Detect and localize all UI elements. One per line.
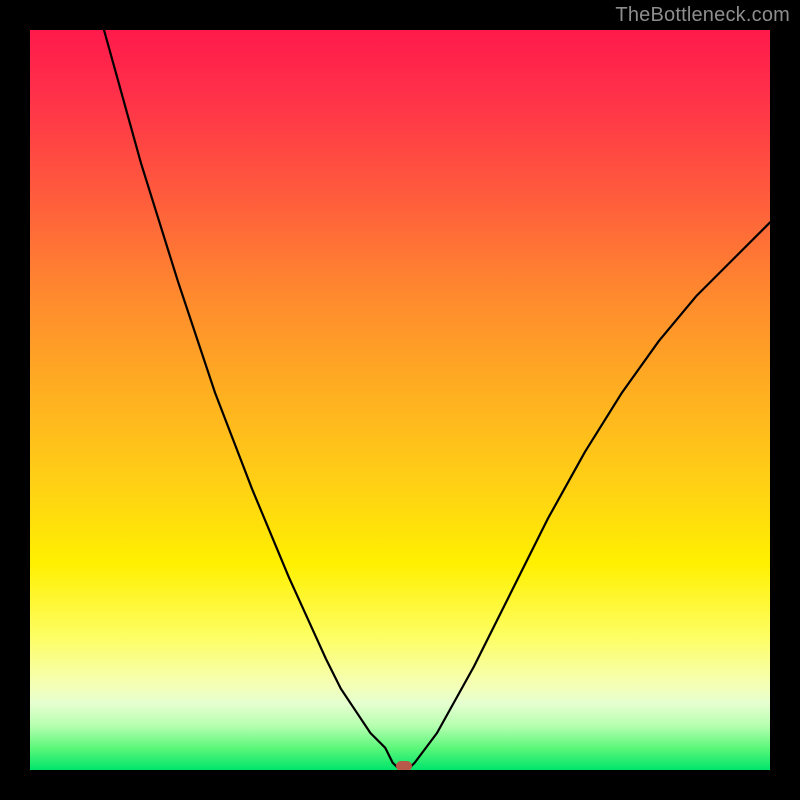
minimum-marker bbox=[396, 761, 412, 770]
chart-frame: TheBottleneck.com bbox=[0, 0, 800, 800]
curve-svg bbox=[30, 30, 770, 770]
watermark-text: TheBottleneck.com bbox=[615, 4, 790, 27]
plot-area bbox=[30, 30, 770, 770]
bottleneck-curve bbox=[30, 30, 770, 770]
